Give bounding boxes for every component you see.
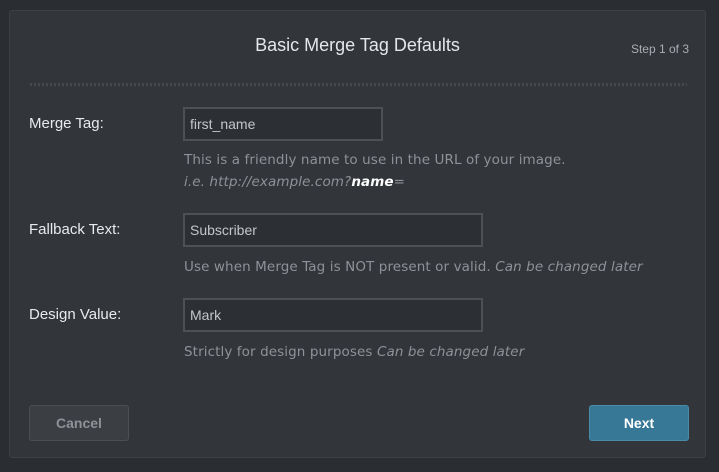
design-value-label: Design Value:: [29, 306, 122, 323]
fallback-text-help-main: Use when Merge Tag is NOT present or val…: [184, 259, 491, 275]
design-value-help-main: Strictly for design purposes: [184, 344, 373, 360]
merge-tag-dialog: Basic Merge Tag Defaults Step 1 of 3 Mer…: [9, 10, 706, 458]
merge-tag-input[interactable]: [183, 107, 383, 141]
merge-tag-label: Merge Tag:: [29, 115, 104, 132]
merge-tag-example: i.e. http://example.com?name=: [184, 174, 405, 190]
design-value-help: Strictly for design purposes Can be chan…: [184, 344, 524, 360]
header-divider: [30, 83, 687, 86]
dialog-header: Basic Merge Tag Defaults Step 1 of 3: [10, 11, 705, 83]
dialog-title: Basic Merge Tag Defaults: [255, 35, 460, 55]
merge-tag-help: This is a friendly name to use in the UR…: [184, 152, 566, 168]
step-indicator: Step 1 of 3: [630, 42, 689, 56]
fallback-text-help-italic: Can be changed later: [495, 259, 643, 275]
merge-tag-help-line1: This is a friendly name to use in the UR…: [184, 152, 566, 168]
merge-tag-example-suffix: =: [393, 174, 406, 190]
next-button[interactable]: Next: [589, 405, 689, 441]
fallback-text-label: Fallback Text:: [29, 221, 121, 238]
merge-tag-example-prefix: i.e. http://example.com?: [184, 174, 352, 190]
design-value-help-italic: Can be changed later: [376, 344, 525, 360]
cancel-button[interactable]: Cancel: [29, 405, 129, 441]
fallback-text-input[interactable]: [183, 213, 483, 247]
design-value-input[interactable]: [183, 298, 483, 332]
fallback-text-help: Use when Merge Tag is NOT present or val…: [184, 259, 643, 275]
merge-tag-example-name: name: [351, 174, 394, 190]
